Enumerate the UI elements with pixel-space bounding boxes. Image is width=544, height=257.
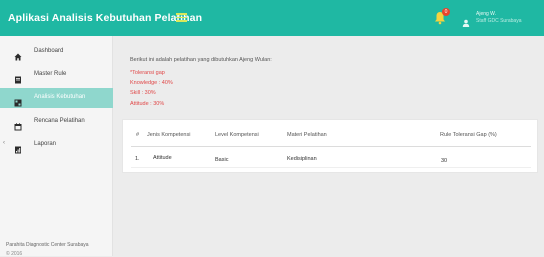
sidebar-item-label: Analisis Kebutuhan bbox=[34, 94, 86, 100]
report-icon bbox=[14, 141, 22, 154]
top-navbar: Aplikasi Analisis Kebutuhan Pelatihan 0 … bbox=[0, 0, 544, 36]
app-title[interactable]: Aplikasi Analisis Kebutuhan Pelatihan bbox=[8, 12, 202, 24]
sidebar: Dashboard Master Rule Analisis Kebutuhan… bbox=[0, 36, 113, 257]
home-icon bbox=[14, 48, 22, 61]
calendar-icon bbox=[14, 118, 22, 131]
table-cell-jenis: Attitude bbox=[153, 155, 172, 161]
table-header-divider bbox=[131, 146, 531, 147]
table-cell-materi: Kedisiplinan bbox=[287, 156, 317, 162]
table-header-materi: Materi Pelatihan bbox=[287, 132, 327, 138]
attitude-tolerance: Attitude : 30% bbox=[130, 101, 165, 107]
table-cell-rule: 30 bbox=[441, 158, 448, 164]
footer-copyright: © 2016 bbox=[6, 251, 23, 257]
sidebar-item-analisis-kebutuhan[interactable]: Analisis Kebutuhan bbox=[0, 88, 113, 108]
sidebar-item-label: Rencana Pelatihan bbox=[34, 118, 85, 124]
hamburger-menu-icon[interactable] bbox=[176, 13, 187, 22]
table-row-divider bbox=[131, 167, 531, 168]
sidebar-item-laporan[interactable]: ‹ Laporan bbox=[0, 135, 113, 155]
sidebar-item-label: Laporan bbox=[34, 141, 57, 147]
table-header-number: # bbox=[136, 132, 140, 138]
user-name: Ajeng W. bbox=[476, 11, 497, 17]
table-cell-level: Basic bbox=[215, 157, 229, 163]
user-role: Staff GDC Surabaya bbox=[476, 18, 522, 24]
sidebar-item-master-rule[interactable]: Master Rule bbox=[0, 65, 113, 85]
sidebar-item-label: Master Rule bbox=[34, 71, 67, 77]
chevron-left-icon[interactable]: ‹ bbox=[3, 140, 5, 146]
sidebar-item-dashboard[interactable]: Dashboard bbox=[0, 42, 113, 62]
table-header-rule: Rule Toleransi Gap (%) bbox=[440, 132, 497, 138]
skill-tolerance: Skill : 30% bbox=[130, 90, 156, 96]
tolerance-title: *Toleransi gap bbox=[130, 70, 165, 76]
intro-text: Berikut ini adalah pelatihan yang dibutu… bbox=[130, 57, 272, 63]
footer-company: Parahita Diagnostic Center Surabaya bbox=[6, 242, 89, 248]
notification-badge: 0 bbox=[442, 8, 450, 16]
training-needs-table: # Jenis Kompetensi Level Kompetensi Mate… bbox=[122, 119, 538, 173]
sidebar-item-label: Dashboard bbox=[34, 48, 64, 54]
table-cell-number: 1. bbox=[135, 156, 140, 162]
document-icon bbox=[14, 71, 22, 84]
user-icon bbox=[462, 14, 470, 27]
table-header-jenis: Jenis Kompetensi bbox=[147, 132, 191, 138]
knowledge-tolerance: Knowledge : 40% bbox=[130, 80, 173, 86]
sidebar-item-rencana-pelatihan[interactable]: Rencana Pelatihan bbox=[0, 112, 113, 132]
table-header-level: Level Kompetensi bbox=[215, 132, 259, 138]
grid-icon bbox=[14, 94, 22, 107]
